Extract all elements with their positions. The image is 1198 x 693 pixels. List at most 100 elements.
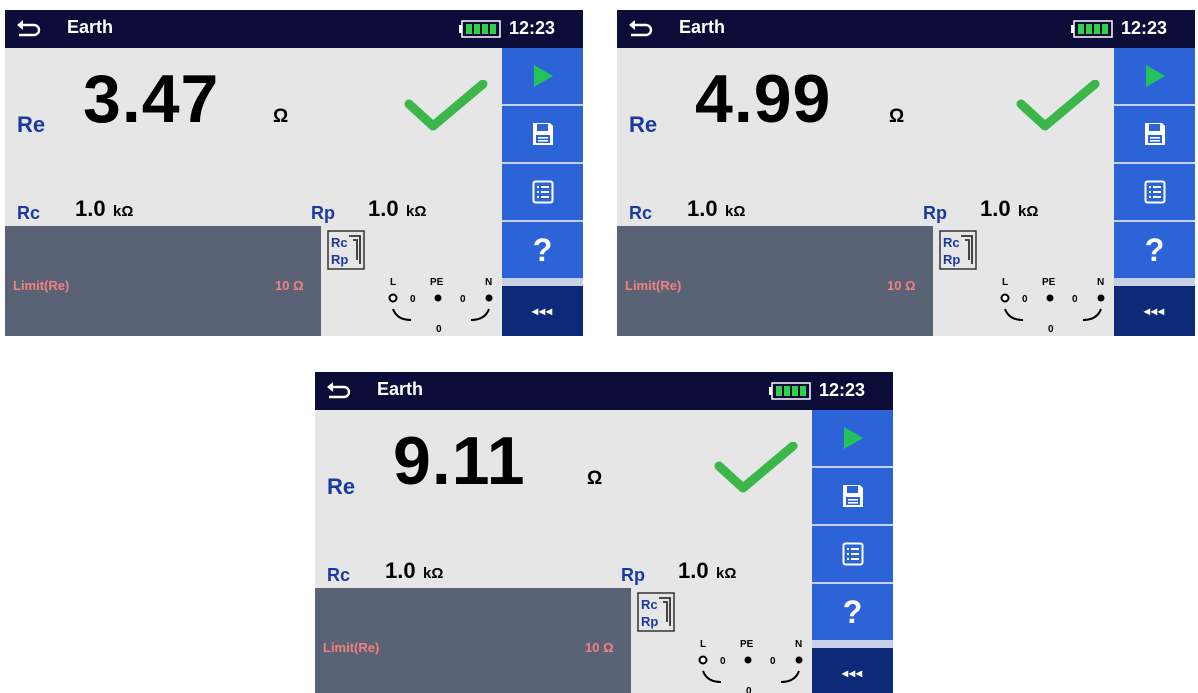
re-unit: Ω <box>273 106 289 127</box>
rp-icon-text: Rp <box>331 252 348 267</box>
back-arrow-icon[interactable] <box>627 16 653 40</box>
results-list-button[interactable] <box>502 164 583 220</box>
limit-value: 10 Ω <box>887 278 916 293</box>
floppy-disk-icon <box>842 485 863 507</box>
rc-unit: kΩ <box>725 203 746 220</box>
re-label: Re <box>17 112 46 137</box>
rc-unit: kΩ <box>423 565 444 582</box>
rp-value: 1.0 <box>678 558 709 583</box>
title-bar: Earth 12:23 <box>5 10 583 48</box>
re-value: 9.11 <box>393 423 526 499</box>
clock: 12:23 <box>1121 18 1168 38</box>
result-area: Re 3.47 Ω Rc 1.0 kΩ Rp 1.0 kΩ Limit(Re) … <box>5 48 501 336</box>
terminal-n-label: N <box>485 277 492 288</box>
help-button[interactable]: ? <box>1114 222 1195 278</box>
play-icon <box>843 427 863 449</box>
terminal-l-label: L <box>390 277 396 288</box>
start-button[interactable] <box>812 410 893 466</box>
rc-icon-text: Rc <box>331 235 348 250</box>
instrument-screen-1: Earth 12:23 Re 3.47 Ω Rc 1.0 kΩ Rp 1.0 k… <box>5 10 583 336</box>
terminal-pe-label: PE <box>740 639 754 650</box>
limit-value: 10 Ω <box>275 278 304 293</box>
terminal-diagram: L PE N 0 0 0 <box>698 639 803 693</box>
rp-icon-text: Rp <box>641 614 658 629</box>
sidebar: ? ◂◂◂ <box>812 410 893 693</box>
list-icon <box>1144 180 1165 204</box>
save-button[interactable] <box>812 468 893 524</box>
results-list-button[interactable] <box>812 526 893 582</box>
rp-unit: kΩ <box>1018 203 1039 220</box>
play-icon <box>533 65 553 87</box>
list-icon <box>532 180 553 204</box>
re-label: Re <box>629 112 658 137</box>
rp-value: 1.0 <box>980 196 1011 221</box>
terminal-n-label: N <box>1097 277 1104 288</box>
rc-unit: kΩ <box>113 203 134 220</box>
list-icon <box>842 542 863 566</box>
rp-label: Rp <box>923 203 947 223</box>
rc-label: Rc <box>629 203 653 223</box>
pass-check-icon <box>404 80 488 131</box>
clock: 12:23 <box>509 18 556 38</box>
rc-icon-text: Rc <box>641 597 658 612</box>
terminal-n-label: N <box>795 639 802 650</box>
rp-icon-text: Rp <box>943 252 960 267</box>
floppy-disk-icon <box>1144 123 1165 145</box>
rp-unit: kΩ <box>406 203 427 220</box>
back-arrow-icon[interactable] <box>325 378 351 402</box>
pass-check-icon <box>714 442 798 493</box>
limit-panel[interactable]: Limit(Re) 10 Ω <box>315 588 631 693</box>
help-button[interactable]: ? <box>502 222 583 278</box>
battery-icon <box>769 382 811 400</box>
sidebar: ? ◂◂◂ <box>1114 48 1195 336</box>
result-area: Re 9.11 Ω Rc 1.0 kΩ Rp 1.0 kΩ Limit(Re) … <box>315 410 811 693</box>
rc-rp-probe-icon: Rc Rp <box>939 230 977 270</box>
title-bar: Earth 12:23 <box>315 372 893 410</box>
result-area: Re 4.99 Ω Rc 1.0 kΩ Rp 1.0 kΩ Limit(Re) … <box>617 48 1113 336</box>
terminal-v3: 0 <box>1048 324 1054 335</box>
battery-icon <box>459 20 501 38</box>
re-label: Re <box>327 474 356 499</box>
more-options-button[interactable]: ◂◂◂ <box>812 648 893 693</box>
rc-rp-probe-icon: Rc Rp <box>327 230 365 270</box>
rp-label: Rp <box>621 565 645 585</box>
re-value: 4.99 <box>695 61 832 137</box>
save-button[interactable] <box>502 106 583 162</box>
start-button[interactable] <box>1114 48 1195 104</box>
terminal-l-label: L <box>700 639 706 650</box>
terminal-pe-label: PE <box>1042 277 1056 288</box>
instrument-screen-2: Earth 12:23 Re 4.99 Ω Rc 1.0 kΩ Rp 1.0 k… <box>617 10 1195 336</box>
results-list-button[interactable] <box>1114 164 1195 220</box>
play-icon <box>1145 65 1165 87</box>
save-button[interactable] <box>1114 106 1195 162</box>
terminal-v1: 0 <box>720 656 726 667</box>
rp-unit: kΩ <box>716 565 737 582</box>
more-options-button[interactable]: ◂◂◂ <box>1114 286 1195 336</box>
limit-panel[interactable]: Limit(Re) 10 Ω <box>5 226 321 336</box>
terminal-v2: 0 <box>460 294 466 305</box>
limit-label: Limit(Re) <box>323 640 380 655</box>
re-value: 3.47 <box>83 61 220 137</box>
limit-panel[interactable]: Limit(Re) 10 Ω <box>617 226 933 336</box>
limit-label: Limit(Re) <box>13 278 70 293</box>
help-button[interactable]: ? <box>812 584 893 640</box>
back-arrow-icon[interactable] <box>15 16 41 40</box>
rc-label: Rc <box>327 565 351 585</box>
terminal-v3: 0 <box>436 324 442 335</box>
rc-value: 1.0 <box>385 558 416 583</box>
rc-value: 1.0 <box>687 196 718 221</box>
page-title: Earth <box>377 379 424 399</box>
start-button[interactable] <box>502 48 583 104</box>
terminal-v2: 0 <box>770 656 776 667</box>
instrument-screen-3: Earth 12:23 Re 9.11 Ω Rc 1.0 kΩ Rp 1.0 k… <box>315 372 893 693</box>
more-options-button[interactable]: ◂◂◂ <box>502 286 583 336</box>
rp-label: Rp <box>311 203 335 223</box>
battery-icon <box>1071 20 1113 38</box>
re-unit: Ω <box>889 106 905 127</box>
pass-check-icon <box>1016 80 1100 131</box>
terminal-v2: 0 <box>1072 294 1078 305</box>
clock: 12:23 <box>819 380 866 400</box>
rc-label: Rc <box>17 203 41 223</box>
re-unit: Ω <box>587 468 603 489</box>
terminal-l-label: L <box>1002 277 1008 288</box>
